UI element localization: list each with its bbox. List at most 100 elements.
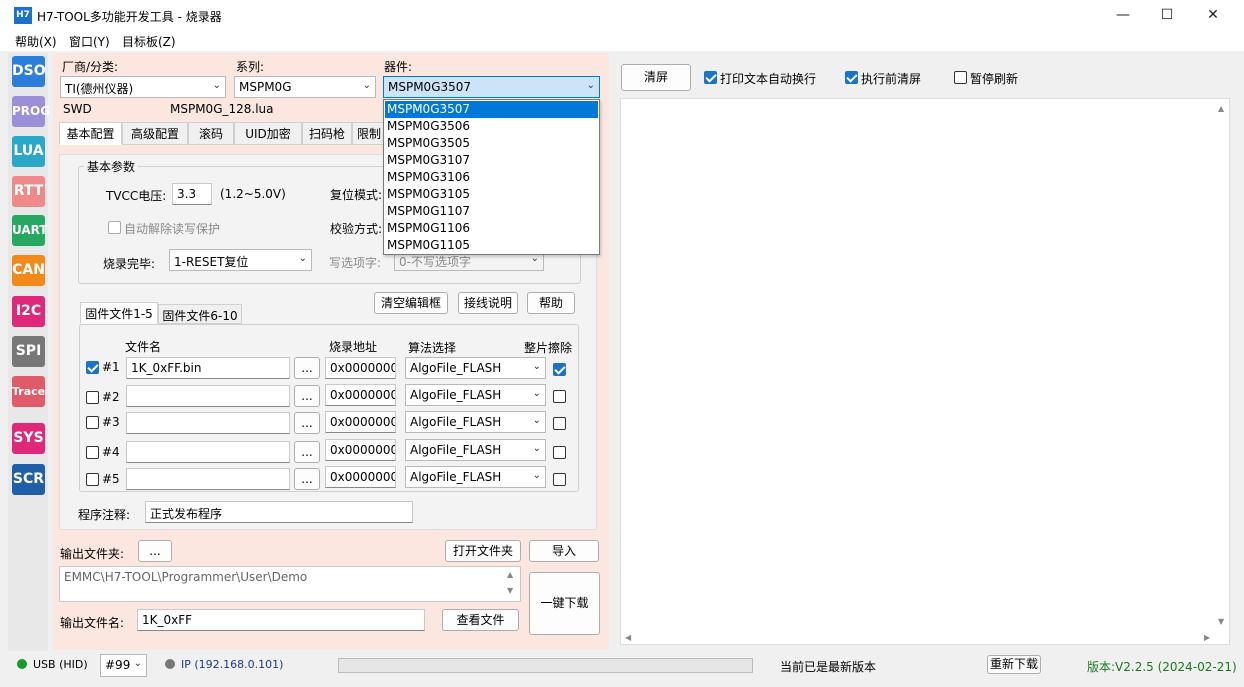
row3-erase-checkbox[interactable] xyxy=(553,417,566,430)
row2-address-input[interactable]: 0x00000000 xyxy=(325,384,396,406)
row3-file-input[interactable] xyxy=(126,412,290,434)
tab-rolling-code[interactable]: 滚码 xyxy=(188,122,234,145)
minimize-button[interactable]: — xyxy=(1100,0,1146,31)
maximize-button[interactable]: ☐ xyxy=(1144,0,1190,31)
row5-erase-checkbox[interactable] xyxy=(553,473,566,486)
row4-file-input[interactable] xyxy=(126,441,290,463)
sidebar-item-lua[interactable]: LUA xyxy=(12,136,45,167)
row3-enable-checkbox[interactable] xyxy=(86,416,99,429)
sidebar-item-i2c[interactable]: I2C xyxy=(12,296,45,327)
import-button[interactable]: 导入 xyxy=(529,540,599,562)
tab-firmware-6-10[interactable]: 固件文件6-10 xyxy=(158,304,242,324)
row5-file-input[interactable] xyxy=(126,468,290,490)
program-note-input[interactable]: 正式发布程序 xyxy=(145,501,413,523)
console-scroll-down-icon[interactable]: ▼ xyxy=(1218,617,1224,626)
row5-enable-checkbox[interactable] xyxy=(86,473,99,486)
option-byte-value: 0-不写选项字 xyxy=(399,255,471,269)
chip-option[interactable]: MSPM0G3507 xyxy=(385,101,598,118)
row4-browse-button[interactable]: ... xyxy=(294,441,320,463)
sidebar-item-uart[interactable]: UART xyxy=(12,215,48,246)
chip-option[interactable]: MSPM0G1106 xyxy=(385,220,598,237)
auto-unprotect-checkbox[interactable] xyxy=(108,221,121,234)
sidebar-item-dso[interactable]: DSO xyxy=(12,56,46,87)
output-name-input[interactable]: 1K_0xFF xyxy=(137,609,425,631)
tab-limit[interactable]: 限制 xyxy=(352,122,386,145)
open-folder-button[interactable]: 打开文件夹 xyxy=(445,540,521,562)
scroll-up-icon[interactable]: ▲ xyxy=(507,570,513,579)
row3-browse-button[interactable]: ... xyxy=(294,412,320,434)
series-select[interactable]: MSPM0G ⌄ xyxy=(234,76,376,98)
row5-address-input[interactable]: 0x00000000 xyxy=(325,466,396,488)
console-output[interactable] xyxy=(620,98,1230,645)
row4-algo-select[interactable]: AlgoFile_FLASH ⌄ xyxy=(405,439,546,461)
chip-option[interactable]: MSPM0G3106 xyxy=(385,169,598,186)
wiring-help-button[interactable]: 接线说明 xyxy=(458,292,518,314)
row5-algo-value: AlgoFile_FLASH xyxy=(410,470,502,484)
help-button[interactable]: 帮助 xyxy=(527,292,575,314)
sidebar-item-spi[interactable]: SPI xyxy=(12,336,45,367)
row1-browse-button[interactable]: ... xyxy=(294,357,320,379)
output-folder-browse-button[interactable]: ... xyxy=(138,540,172,562)
row1-address-input[interactable]: 0x00000000 xyxy=(325,357,396,379)
auto-wrap-checkbox[interactable] xyxy=(704,71,717,84)
row3-algo-select[interactable]: AlgoFile_FLASH ⌄ xyxy=(405,411,546,433)
row2-browse-button[interactable]: ... xyxy=(294,385,320,407)
tab-advanced[interactable]: 高级配置 xyxy=(122,122,188,145)
row1-enable-checkbox[interactable] xyxy=(86,361,99,374)
vendor-select[interactable]: TI(德州仪器) ⌄ xyxy=(60,76,226,98)
chip-option[interactable]: MSPM0G3107 xyxy=(385,152,598,169)
sidebar-item-rtt[interactable]: RTT xyxy=(12,176,45,207)
menu-help[interactable]: 帮助(X) xyxy=(15,33,57,50)
view-file-button[interactable]: 查看文件 xyxy=(442,609,519,631)
chip-option[interactable]: MSPM0G3505 xyxy=(385,135,598,152)
after-program-select[interactable]: 1-RESET复位 ⌄ xyxy=(169,249,312,271)
row5-browse-button[interactable]: ... xyxy=(294,468,320,490)
sidebar-item-trace[interactable]: Trace xyxy=(12,376,45,407)
row4-enable-checkbox[interactable] xyxy=(86,446,99,459)
sidebar-item-prog[interactable]: PROG xyxy=(12,96,50,127)
redownload-button[interactable]: 重新下载 xyxy=(987,655,1041,674)
row1-file-input[interactable]: 1K_0xFF.bin xyxy=(126,357,290,379)
clear-screen-button[interactable]: 清屏 xyxy=(621,64,691,91)
tab-basic[interactable]: 基本配置 xyxy=(59,122,122,145)
output-path-text[interactable]: EMMC\H7-TOOL\Programmer\User\Demo xyxy=(59,566,521,602)
console-scroll-up-icon[interactable]: ▲ xyxy=(1218,104,1224,113)
row2-enable-checkbox[interactable] xyxy=(86,391,99,404)
col-erase: 整片擦除 xyxy=(524,341,573,355)
tab-uid-encrypt[interactable]: UID加密 xyxy=(234,122,302,145)
row2-erase-checkbox[interactable] xyxy=(553,390,566,403)
row2-file-input[interactable] xyxy=(126,385,290,407)
menu-target[interactable]: 目标板(Z) xyxy=(122,33,176,50)
chip-option[interactable]: MSPM0G1105 xyxy=(385,237,598,254)
row5-algo-select[interactable]: AlgoFile_FLASH ⌄ xyxy=(405,466,546,488)
vendor-label: 厂商/分类: xyxy=(62,60,119,74)
tab-scanner[interactable]: 扫码枪 xyxy=(302,122,352,145)
col-algorithm: 算法选择 xyxy=(408,341,457,355)
clear-before-run-checkbox[interactable] xyxy=(845,71,858,84)
row1-erase-checkbox[interactable] xyxy=(553,363,566,376)
console-scroll-left-icon[interactable]: ◀ xyxy=(625,633,631,642)
port-select[interactable]: #99 ⌄ xyxy=(100,654,147,677)
chip-select[interactable]: MSPM0G3507 ⌄ xyxy=(383,76,600,98)
chip-option[interactable]: MSPM0G3105 xyxy=(385,186,598,203)
sidebar-item-scr[interactable]: SCR xyxy=(12,464,45,495)
sidebar-item-can[interactable]: CAN xyxy=(12,255,45,286)
clear-edit-button[interactable]: 清空编辑框 xyxy=(374,292,448,314)
pause-refresh-checkbox[interactable] xyxy=(954,71,967,84)
col-filename: 文件名 xyxy=(125,340,162,354)
tab-firmware-1-5[interactable]: 固件文件1-5 xyxy=(80,302,158,324)
menu-window[interactable]: 窗口(Y) xyxy=(69,33,110,50)
sidebar-item-sys[interactable]: SYS xyxy=(12,423,45,454)
row4-erase-checkbox[interactable] xyxy=(553,446,566,459)
console-scroll-right-icon[interactable]: ▶ xyxy=(1204,633,1210,642)
row1-algo-select[interactable]: AlgoFile_FLASH ⌄ xyxy=(405,357,546,379)
chip-option[interactable]: MSPM0G3506 xyxy=(385,118,598,135)
close-button[interactable]: ✕ xyxy=(1190,0,1236,31)
tvcc-input[interactable]: 3.3 xyxy=(172,183,212,205)
one-click-download-button[interactable]: 一键下载 xyxy=(529,572,600,635)
scroll-down-icon[interactable]: ▼ xyxy=(507,586,513,595)
row2-algo-select[interactable]: AlgoFile_FLASH ⌄ xyxy=(405,384,546,406)
chip-option[interactable]: MSPM0G1107 xyxy=(385,203,598,220)
row4-address-input[interactable]: 0x00000000 xyxy=(325,439,396,461)
row3-address-input[interactable]: 0x00000000 xyxy=(325,411,396,433)
